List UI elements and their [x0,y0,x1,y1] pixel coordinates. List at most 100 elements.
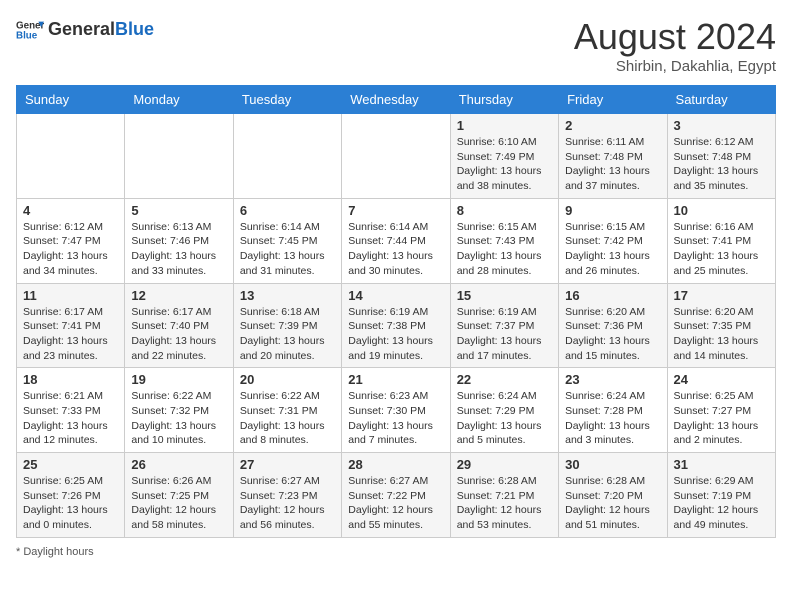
day-number: 11 [23,288,118,303]
logo-icon: General Blue [16,16,44,44]
day-info: Sunrise: 6:24 AMSunset: 7:28 PMDaylight:… [565,389,660,448]
day-number: 23 [565,372,660,387]
day-info: Sunrise: 6:25 AMSunset: 7:27 PMDaylight:… [674,389,769,448]
day-of-week-header: Monday [125,86,233,114]
day-number: 30 [565,457,660,472]
calendar-cell [233,114,341,199]
calendar-cell: 17 Sunrise: 6:20 AMSunset: 7:35 PMDayligh… [667,283,775,368]
svg-text:Blue: Blue [16,30,38,41]
day-info: Sunrise: 6:17 AMSunset: 7:41 PMDaylight:… [23,305,118,364]
calendar-week-row: 18Sunrise: 6:21 AMSunset: 7:33 PMDayligh… [17,368,776,453]
calendar-cell: 30 Sunrise: 6:28 AMSunset: 7:20 PMDayligh… [559,453,667,538]
main-title: August 2024 [574,16,776,58]
calendar-cell: 15Sunrise: 6:19 AMSunset: 7:37 PMDayligh… [450,283,558,368]
day-info: Sunrise: 6:29 AMSunset: 7:19 PMDaylight:… [674,474,769,533]
calendar-cell: 24 Sunrise: 6:25 AMSunset: 7:27 PMDayligh… [667,368,775,453]
day-of-week-header: Wednesday [342,86,450,114]
day-info: Sunrise: 6:14 AMSunset: 7:44 PMDaylight:… [348,220,443,279]
day-number: 6 [240,203,335,218]
calendar-cell: 3 Sunrise: 6:12 AMSunset: 7:48 PMDaylight… [667,114,775,199]
day-info: Sunrise: 6:27 AMSunset: 7:23 PMDaylight:… [240,474,335,533]
day-of-week-header: Thursday [450,86,558,114]
day-info: Sunrise: 6:11 AMSunset: 7:48 PMDaylight:… [565,135,660,194]
calendar-cell: 2 Sunrise: 6:11 AMSunset: 7:48 PMDaylight… [559,114,667,199]
calendar-week-row: 25Sunrise: 6:25 AMSunset: 7:26 PMDayligh… [17,453,776,538]
calendar-cell: 10 Sunrise: 6:16 AMSunset: 7:41 PMDayligh… [667,198,775,283]
logo-general-text: General [48,19,115,39]
day-info: Sunrise: 6:20 AMSunset: 7:35 PMDaylight:… [674,305,769,364]
day-info: Sunrise: 6:17 AMSunset: 7:40 PMDaylight:… [131,305,226,364]
calendar-cell: 19Sunrise: 6:22 AMSunset: 7:32 PMDayligh… [125,368,233,453]
calendar-cell [17,114,125,199]
day-info: Sunrise: 6:16 AMSunset: 7:41 PMDaylight:… [674,220,769,279]
title-block: August 2024 Shirbin, Dakahlia, Egypt [574,16,776,75]
calendar-cell: 18Sunrise: 6:21 AMSunset: 7:33 PMDayligh… [17,368,125,453]
day-number: 18 [23,372,118,387]
day-number: 13 [240,288,335,303]
day-number: 28 [348,457,443,472]
day-number: 7 [348,203,443,218]
calendar-cell: 14 Sunrise: 6:19 AMSunset: 7:38 PMDayligh… [342,283,450,368]
day-number: 17 [674,288,769,303]
day-info: Sunrise: 6:23 AMSunset: 7:30 PMDaylight:… [348,389,443,448]
calendar-week-row: 4 Sunrise: 6:12 AMSunset: 7:47 PMDaylight… [17,198,776,283]
day-number: 9 [565,203,660,218]
day-of-week-header: Friday [559,86,667,114]
calendar-cell: 13 Sunrise: 6:18 AMSunset: 7:39 PMDayligh… [233,283,341,368]
day-number: 22 [457,372,552,387]
day-number: 1 [457,118,552,133]
day-number: 29 [457,457,552,472]
day-number: 24 [674,372,769,387]
day-info: Sunrise: 6:15 AMSunset: 7:43 PMDaylight:… [457,220,552,279]
day-info: Sunrise: 6:25 AMSunset: 7:26 PMDaylight:… [23,474,118,533]
day-number: 8 [457,203,552,218]
calendar-cell: 8 Sunrise: 6:15 AMSunset: 7:43 PMDaylight… [450,198,558,283]
day-number: 5 [131,203,226,218]
day-number: 3 [674,118,769,133]
day-of-week-header: Saturday [667,86,775,114]
day-number: 21 [348,372,443,387]
day-info: Sunrise: 6:27 AMSunset: 7:22 PMDaylight:… [348,474,443,533]
calendar-cell: 9Sunrise: 6:15 AMSunset: 7:42 PMDaylight… [559,198,667,283]
day-info: Sunrise: 6:13 AMSunset: 7:46 PMDaylight:… [131,220,226,279]
calendar-cell: 29 Sunrise: 6:28 AMSunset: 7:21 PMDayligh… [450,453,558,538]
calendar-cell: 20Sunrise: 6:22 AMSunset: 7:31 PMDayligh… [233,368,341,453]
logo-blue-text: Blue [115,19,154,39]
day-info: Sunrise: 6:18 AMSunset: 7:39 PMDaylight:… [240,305,335,364]
day-number: 19 [131,372,226,387]
day-number: 31 [674,457,769,472]
day-number: 14 [348,288,443,303]
day-info: Sunrise: 6:28 AMSunset: 7:20 PMDaylight:… [565,474,660,533]
footer-note: * Daylight hours [16,546,776,558]
day-info: Sunrise: 6:14 AMSunset: 7:45 PMDaylight:… [240,220,335,279]
calendar-cell: 28 Sunrise: 6:27 AMSunset: 7:22 PMDayligh… [342,453,450,538]
day-number: 2 [565,118,660,133]
day-info: Sunrise: 6:10 AMSunset: 7:49 PMDaylight:… [457,135,552,194]
day-info: Sunrise: 6:19 AMSunset: 7:37 PMDaylight:… [457,305,552,364]
day-info: Sunrise: 6:19 AMSunset: 7:38 PMDaylight:… [348,305,443,364]
calendar-cell: 1 Sunrise: 6:10 AMSunset: 7:49 PMDaylight… [450,114,558,199]
day-info: Sunrise: 6:24 AMSunset: 7:29 PMDaylight:… [457,389,552,448]
calendar-week-row: 1 Sunrise: 6:10 AMSunset: 7:49 PMDaylight… [17,114,776,199]
day-number: 27 [240,457,335,472]
calendar-table: SundayMondayTuesdayWednesdayThursdayFrid… [16,85,776,538]
calendar-cell: 22 Sunrise: 6:24 AMSunset: 7:29 PMDayligh… [450,368,558,453]
page-header: General Blue GeneralBlue August 2024 Shi… [16,16,776,75]
calendar-cell: 5 Sunrise: 6:13 AMSunset: 7:46 PMDaylight… [125,198,233,283]
day-info: Sunrise: 6:28 AMSunset: 7:21 PMDaylight:… [457,474,552,533]
calendar-cell: 16 Sunrise: 6:20 AMSunset: 7:36 PMDayligh… [559,283,667,368]
day-number: 26 [131,457,226,472]
logo: General Blue GeneralBlue [16,16,154,44]
day-number: 10 [674,203,769,218]
day-info: Sunrise: 6:12 AMSunset: 7:48 PMDaylight:… [674,135,769,194]
day-number: 16 [565,288,660,303]
day-number: 4 [23,203,118,218]
calendar-cell: 27 Sunrise: 6:27 AMSunset: 7:23 PMDayligh… [233,453,341,538]
day-info: Sunrise: 6:20 AMSunset: 7:36 PMDaylight:… [565,305,660,364]
day-of-week-header: Sunday [17,86,125,114]
calendar-cell: 11 Sunrise: 6:17 AMSunset: 7:41 PMDayligh… [17,283,125,368]
calendar-header-row: SundayMondayTuesdayWednesdayThursdayFrid… [17,86,776,114]
day-info: Sunrise: 6:12 AMSunset: 7:47 PMDaylight:… [23,220,118,279]
subtitle: Shirbin, Dakahlia, Egypt [574,58,776,75]
calendar-cell [342,114,450,199]
